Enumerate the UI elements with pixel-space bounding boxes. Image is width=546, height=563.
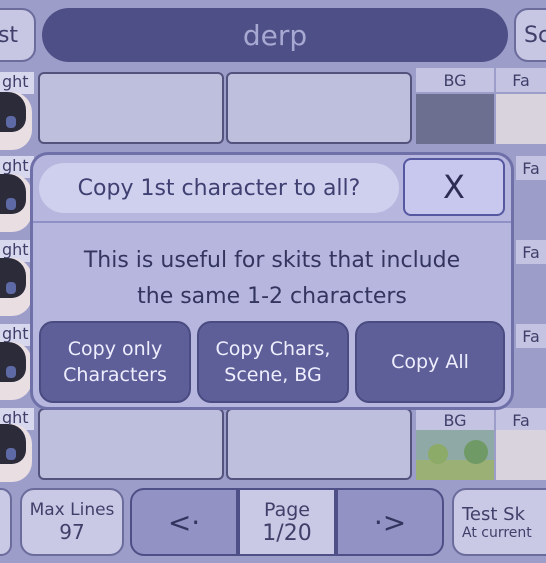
max-lines-box: Max Lines 97	[20, 488, 124, 556]
dialogue-slot[interactable]	[38, 408, 224, 480]
dialog-description: This is useful for skits that include th…	[33, 243, 511, 315]
face-column-label: Fa	[496, 68, 546, 92]
page-indicator: Page 1/20	[238, 488, 336, 556]
chevron-left-icon: <·	[167, 505, 201, 539]
character-avatar[interactable]	[0, 424, 32, 482]
footer-left-button[interactable]	[0, 488, 12, 556]
bg-column-label: BG	[416, 68, 494, 92]
forest-scene-icon	[416, 440, 494, 480]
character-avatar[interactable]	[0, 258, 32, 316]
dialog-description-line: This is useful for skits that include	[83, 248, 461, 273]
test-skit-sub: At current	[462, 524, 532, 541]
choice-label: Copy All	[391, 351, 469, 373]
next-page-button[interactable]: ·>	[336, 488, 444, 556]
choice-label: Copy Chars,	[215, 338, 331, 360]
dialogue-slot[interactable]	[38, 72, 224, 144]
scene-button[interactable]: Sc	[514, 8, 546, 62]
bg-column-label: BG	[416, 408, 494, 432]
dialogue-slot[interactable]	[226, 72, 412, 144]
dialog-description-line: the same 1-2 characters	[137, 284, 407, 309]
test-skit-label: Test Sk	[462, 503, 526, 525]
test-skit-button[interactable]: Test Sk At current	[452, 488, 546, 556]
choice-label: Characters	[63, 364, 167, 386]
face-thumbnail[interactable]	[496, 430, 546, 480]
chevron-right-icon: ·>	[373, 505, 407, 539]
face-column-label: Fa	[496, 408, 546, 432]
face-column-label: Fa	[516, 156, 546, 180]
choice-label: Scene, BG	[224, 364, 322, 386]
page-label: Page	[264, 498, 310, 521]
project-title-field[interactable]: derp	[42, 8, 508, 62]
character-avatar[interactable]	[0, 174, 32, 232]
close-icon: X	[443, 168, 465, 206]
max-lines-label: Max Lines	[29, 500, 115, 520]
scene-button-label: Sc	[524, 22, 546, 48]
close-button[interactable]: X	[403, 158, 505, 216]
copy-chars-scene-bg-button[interactable]: Copy Chars, Scene, BG	[197, 321, 349, 403]
copy-all-button[interactable]: Copy All	[355, 321, 505, 403]
background-thumbnail[interactable]	[416, 430, 494, 480]
prev-page-button[interactable]: <·	[130, 488, 238, 556]
face-thumbnail[interactable]	[496, 94, 546, 144]
character-avatar[interactable]	[0, 342, 32, 400]
project-title: derp	[242, 18, 308, 52]
max-lines-value: 97	[59, 520, 85, 544]
choice-label: Copy only	[67, 338, 163, 360]
face-column-label: Fa	[516, 324, 546, 348]
face-column-label: Fa	[516, 240, 546, 264]
dialogue-slot[interactable]	[226, 408, 412, 480]
list-button-label: st	[0, 22, 19, 48]
background-thumbnail[interactable]	[416, 94, 494, 144]
dialog-divider	[33, 221, 511, 223]
page-value: 1/20	[262, 520, 312, 546]
copy-only-characters-button[interactable]: Copy only Characters	[39, 321, 191, 403]
row-label: ght	[0, 72, 34, 94]
dialog-title: Copy 1st character to all?	[39, 163, 399, 213]
copy-character-dialog: Copy 1st character to all? X This is use…	[30, 152, 514, 410]
list-button[interactable]: st	[0, 8, 36, 62]
character-avatar[interactable]	[0, 92, 32, 150]
